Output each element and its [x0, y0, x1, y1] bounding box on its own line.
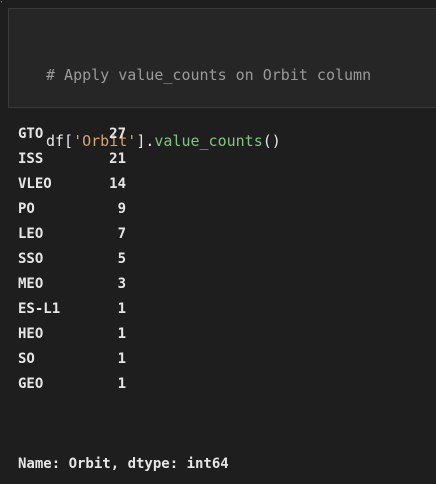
code-call-parens: (): [262, 132, 281, 150]
output-row: MEO 3: [18, 272, 126, 297]
output-row: GEO 1: [18, 372, 126, 397]
output-row: ES-L1 1: [18, 297, 126, 322]
output-count: 27: [109, 126, 126, 142]
output-count: 9: [117, 201, 126, 217]
output-count: 1: [117, 376, 126, 392]
output-count: 1: [117, 351, 126, 367]
output-row: SSO 5: [18, 247, 126, 272]
output-label: SSO: [18, 251, 44, 267]
code-function: value_counts: [154, 132, 263, 150]
code-comment: # Apply value_counts on Orbit column: [46, 66, 372, 84]
output-count: 3: [117, 276, 126, 292]
output-row: VLEO 14: [18, 172, 126, 197]
output-row: SO 1: [18, 347, 126, 372]
output-row: GTO 27: [18, 122, 126, 147]
output-label: LEO: [18, 226, 44, 242]
output-count: 1: [117, 301, 126, 317]
output-label: HEO: [18, 326, 44, 342]
output-row: HEO 1: [18, 322, 126, 347]
output-label: ISS: [18, 151, 44, 167]
output-label: ES-L1: [18, 301, 61, 317]
output-row: ISS 21: [18, 147, 126, 172]
output-label: GEO: [18, 376, 44, 392]
cell-collapse-icon[interactable]: ‧: [0, 0, 6, 8]
output-dtype-footer: Name: Orbit, dtype: int64: [18, 456, 229, 472]
output-label: VLEO: [18, 176, 52, 192]
output-row: PO 9: [18, 197, 126, 222]
output-row: LEO 7: [18, 222, 126, 247]
output-count: 14: [109, 176, 126, 192]
output-count: 21: [109, 151, 126, 167]
output-label: MEO: [18, 276, 44, 292]
output-count: 1: [117, 326, 126, 342]
output-count: 5: [117, 251, 126, 267]
cell-output: GTO 27 ISS 21 VLEO 14 PO 9 LEO 7 SSO 5 MEO 3 ES…: [18, 122, 126, 397]
output-count: 7: [117, 226, 126, 242]
code-punctuation: ].: [136, 132, 155, 150]
output-label: GTO: [18, 126, 44, 142]
code-line-comment: # Apply value_counts on Orbit column: [46, 64, 371, 86]
output-label: SO: [18, 351, 35, 367]
output-label: PO: [18, 201, 35, 217]
